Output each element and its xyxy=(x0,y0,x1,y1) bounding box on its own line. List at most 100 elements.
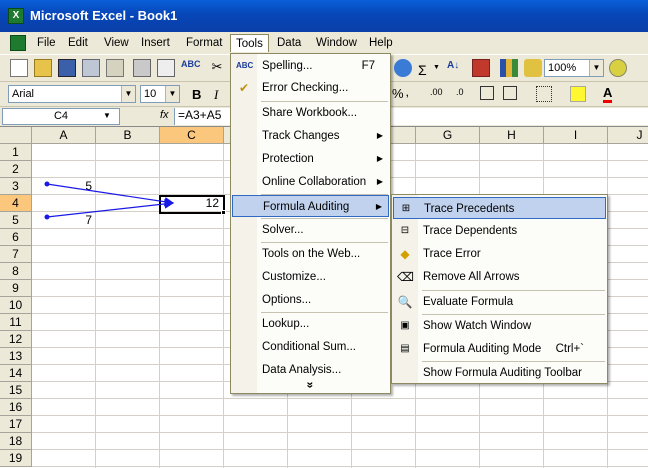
column-header-j[interactable]: J xyxy=(608,127,648,144)
indent-icon[interactable] xyxy=(503,86,517,100)
submenu-arrow-icon: ▶ xyxy=(375,202,382,211)
menu-edit[interactable]: Edit xyxy=(63,34,93,52)
menu-file[interactable]: File xyxy=(32,34,61,52)
row-header-8[interactable]: 8 xyxy=(0,263,32,280)
print-icon[interactable] xyxy=(133,59,151,77)
new-icon[interactable] xyxy=(10,59,28,77)
gridline xyxy=(32,449,648,450)
hyperlink-icon[interactable] xyxy=(394,59,412,77)
trace-arrow-a3 xyxy=(46,183,175,207)
column-header-g[interactable]: G xyxy=(416,127,480,144)
autosum-icon[interactable]: Σ xyxy=(418,62,427,78)
menu-item-trace-precedents[interactable]: ⊞ Trace Precedents xyxy=(393,197,606,219)
chevron-down-icon: ▼ xyxy=(121,86,135,102)
menu-item-trace-dependents[interactable]: ⊟ Trace Dependents xyxy=(393,220,606,242)
expand-menu-icon[interactable]: » xyxy=(303,382,317,389)
row-header-12[interactable]: 12 xyxy=(0,331,32,348)
menu-help[interactable]: Help xyxy=(364,34,398,52)
outdent-icon[interactable] xyxy=(480,86,494,100)
italic-button[interactable]: I xyxy=(214,87,218,103)
sort-ascending-icon[interactable]: A↓ xyxy=(447,60,459,71)
insert-function-button[interactable]: fx xyxy=(160,109,169,121)
drawing-icon[interactable] xyxy=(524,59,542,77)
menu-bar: File Edit View Insert Format Tools Data … xyxy=(0,32,648,54)
submenu-arrow-icon: ▶ xyxy=(376,154,383,163)
menu-tools[interactable]: Tools xyxy=(230,34,269,52)
column-header-i[interactable]: I xyxy=(544,127,608,144)
chart-wizard-icon[interactable] xyxy=(500,59,518,77)
font-name-select[interactable]: Arial ▼ xyxy=(8,85,136,103)
trace-arrows xyxy=(44,181,175,220)
menu-item-conditional-sum[interactable]: Conditional Sum... xyxy=(232,336,389,358)
menu-item-lookup[interactable]: Lookup... xyxy=(232,313,389,335)
watch-window-icon: ▣ xyxy=(400,320,410,331)
row-header-13[interactable]: 13 xyxy=(0,348,32,365)
menu-item-error-checking[interactable]: ✔ Error Checking... xyxy=(232,77,389,99)
row-header-17[interactable]: 17 xyxy=(0,416,32,433)
print-preview-icon[interactable] xyxy=(157,59,175,77)
tools-menu: ABC Spelling... F7 ✔ Error Checking... S… xyxy=(230,53,391,394)
row-header-15[interactable]: 15 xyxy=(0,382,32,399)
menu-item-trace-error[interactable]: ◆ Trace Error xyxy=(393,243,606,265)
permission-icon[interactable] xyxy=(82,59,100,77)
spelling-toolbar-icon[interactable]: ABC xyxy=(181,59,201,77)
menu-item-data-analysis[interactable]: Data Analysis... xyxy=(232,359,389,381)
menu-item-show-watch-window[interactable]: ▣ Show Watch Window xyxy=(393,315,606,337)
menu-item-solver[interactable]: Solver... xyxy=(232,219,389,241)
trace-error-icon: ◆ xyxy=(400,247,410,261)
increase-decimal-icon[interactable]: .00 xyxy=(430,87,443,97)
menu-item-tools-on-web[interactable]: Tools on the Web... xyxy=(232,243,389,265)
menu-window[interactable]: Window xyxy=(311,34,362,52)
row-header-16[interactable]: 16 xyxy=(0,399,32,416)
menu-format[interactable]: Format xyxy=(181,34,227,52)
column-header-h[interactable]: H xyxy=(480,127,544,144)
menu-item-spelling[interactable]: ABC Spelling... F7 xyxy=(232,55,389,77)
font-size-value: 10 xyxy=(144,88,157,100)
font-size-select[interactable]: 10 ▼ xyxy=(140,85,180,103)
menu-view[interactable]: View xyxy=(99,34,134,52)
bold-button[interactable]: B xyxy=(192,87,201,102)
percent-style-icon[interactable]: % xyxy=(392,86,404,101)
menu-item-show-auditing-toolbar[interactable]: Show Formula Auditing Toolbar xyxy=(393,362,606,384)
menu-item-options[interactable]: Options... xyxy=(232,289,389,311)
fill-color-icon[interactable] xyxy=(570,86,586,102)
row-header-18[interactable]: 18 xyxy=(0,433,32,450)
row-header-10[interactable]: 10 xyxy=(0,297,32,314)
dropdown-arrow-icon[interactable]: ▼ xyxy=(433,64,440,71)
menu-item-track-changes[interactable]: Track Changes ▶ xyxy=(232,125,389,147)
submenu-arrow-icon: ▶ xyxy=(376,131,383,140)
row-header-14[interactable]: 14 xyxy=(0,365,32,382)
menu-insert[interactable]: Insert xyxy=(136,34,175,52)
menu-item-formula-auditing-mode[interactable]: ▤ Formula Auditing Mode Ctrl+` xyxy=(393,338,606,360)
menu-item-remove-all-arrows[interactable]: ⌫ Remove All Arrows xyxy=(393,266,606,288)
comma-style-icon[interactable]: , xyxy=(406,88,409,98)
borders-icon[interactable] xyxy=(536,86,552,102)
menu-item-online-collaboration[interactable]: Online Collaboration ▶ xyxy=(232,171,389,193)
help-icon[interactable] xyxy=(609,59,627,77)
row-header-19[interactable]: 19 xyxy=(0,450,32,467)
menu-data[interactable]: Data xyxy=(272,34,306,52)
menu-item-formula-auditing[interactable]: Formula Auditing ▶ xyxy=(232,195,389,217)
chevron-down-icon[interactable]: ▼ xyxy=(103,111,111,120)
save-icon[interactable] xyxy=(58,59,76,77)
row-header-7[interactable]: 7 xyxy=(0,246,32,263)
open-icon[interactable] xyxy=(34,59,52,77)
sort-descending-icon[interactable] xyxy=(472,59,490,77)
zoom-select[interactable]: 100% ▼ xyxy=(544,59,604,77)
excel-icon: X xyxy=(8,8,24,24)
cut-icon[interactable]: ✂ xyxy=(208,59,226,77)
workbook-icon[interactable] xyxy=(10,35,26,51)
menu-item-share-workbook[interactable]: Share Workbook... xyxy=(232,102,389,124)
row-header-9[interactable]: 9 xyxy=(0,280,32,297)
email-icon[interactable] xyxy=(106,59,124,77)
row-header-11[interactable]: 11 xyxy=(0,314,32,331)
menu-item-customize[interactable]: Customize... xyxy=(232,266,389,288)
menu-item-evaluate-formula[interactable]: 🔍 Evaluate Formula xyxy=(393,291,606,313)
menu-item-protection[interactable]: Protection ▶ xyxy=(232,148,389,170)
trace-dependents-icon: ⊟ xyxy=(400,225,410,236)
font-color-icon[interactable]: A xyxy=(603,85,613,103)
error-check-icon: ✔ xyxy=(238,81,250,95)
submenu-arrow-icon: ▶ xyxy=(376,177,383,186)
decrease-decimal-icon[interactable]: .0 xyxy=(456,87,464,97)
trace-arrow-a5 xyxy=(46,199,175,218)
